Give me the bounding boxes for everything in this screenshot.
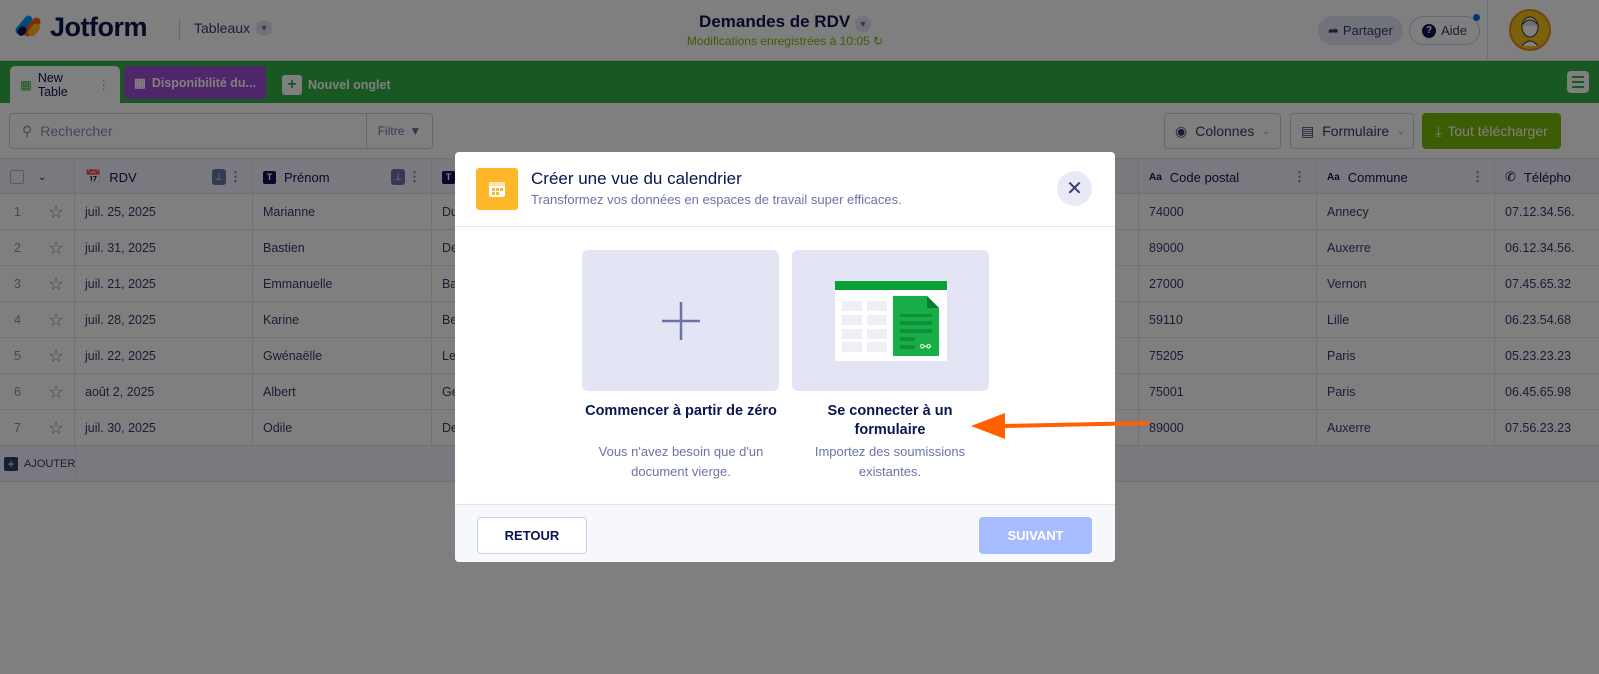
dialog-subtitle: Transformez vos données en espaces de tr… — [531, 192, 902, 207]
spreadsheet-link-icon: ⚯ — [834, 280, 947, 361]
dialog-footer: RETOUR SUIVANT — [455, 504, 1115, 562]
svg-text:⚯: ⚯ — [920, 340, 931, 355]
annotation-arrow — [971, 413, 1150, 439]
option-title: Commencer à partir de zéro — [585, 403, 777, 419]
option-description: Vous n'avez besoin que d'un document vie… — [598, 444, 764, 479]
next-button[interactable]: SUIVANT — [979, 517, 1092, 554]
calendar-icon — [476, 168, 518, 210]
close-icon[interactable]: ✕ — [1057, 171, 1092, 206]
back-button[interactable]: RETOUR — [477, 517, 587, 554]
dialog-title: Créer une vue du calendrier — [531, 169, 742, 188]
option-connect-form[interactable]: ⚯ — [792, 250, 989, 391]
option-start-from-scratch[interactable] — [582, 250, 779, 391]
calendar-view-dialog: Créer une vue du calendrier Transformez … — [455, 152, 1115, 562]
option-description: Importez des soumissions existantes. — [814, 444, 966, 479]
option-title: Se connecter à un formulaire — [827, 403, 953, 438]
plus-icon — [661, 301, 700, 340]
